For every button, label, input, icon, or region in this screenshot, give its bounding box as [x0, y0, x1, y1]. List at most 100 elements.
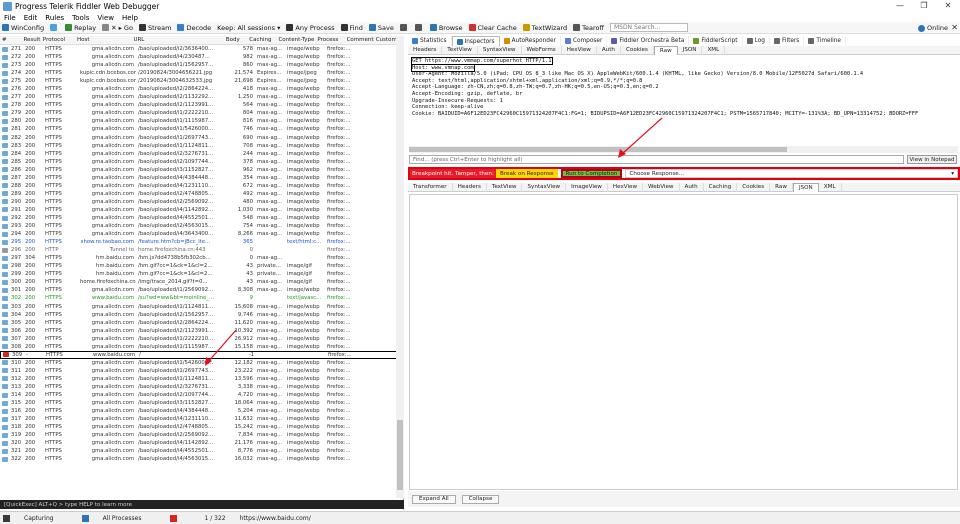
table-row[interactable]: 300 200 HTTPS home.firefoxchina.cn/img/trac… — [0, 278, 403, 286]
response-tab-transformer[interactable]: Transformer — [408, 182, 453, 192]
tab-log[interactable]: Log — [743, 36, 770, 46]
table-row[interactable]: 287 200 HTTPS gma.alicdn.com/bao/uploaded/i… — [0, 174, 403, 182]
table-row[interactable]: 320 200 HTTPS gma.alicdn.com/bao/uploaded/i… — [0, 439, 403, 447]
table-row[interactable]: 307 200 HTTPS gma.alicdn.com/bao/uploaded/i… — [0, 335, 403, 343]
tab-composer[interactable]: Composer — [561, 36, 608, 46]
column-header-9[interactable]: Comments — [345, 37, 374, 43]
process-filter[interactable]: All Processes — [81, 514, 156, 522]
table-row[interactable]: 276 200 HTTPS gma.alicdn.com/bao/uploaded/i… — [0, 85, 403, 93]
collapse-button[interactable]: Collapse — [461, 494, 500, 504]
table-row[interactable]: 271 200 HTTPS gma.alicdn.com/bao/uploaded/i… — [0, 45, 403, 53]
tab-statistics[interactable]: Statistics — [408, 36, 452, 46]
toolbar-item-14[interactable]: TextWizard — [522, 24, 567, 32]
menu-rules[interactable]: Rules — [45, 14, 64, 22]
response-tab-caching[interactable]: Caching — [704, 182, 738, 192]
table-row[interactable]: 289 200 HTTPS gma.alicdn.com/bao/uploaded/i… — [0, 190, 403, 198]
request-tab-xml[interactable]: XML — [702, 45, 726, 55]
column-header-4[interactable]: URL — [131, 37, 223, 43]
toolbar-item-2[interactable]: Replay — [65, 24, 96, 32]
tab-script[interactable]: FiddlerScript — [689, 36, 743, 46]
table-row[interactable]: 322 200 HTTPS gma.alicdn.com/bao/uploaded/i… — [0, 455, 403, 463]
toolbar-item-4[interactable]: Stream — [138, 24, 171, 32]
tab-inspectors[interactable]: Inspectors — [451, 36, 500, 46]
expand-all-button[interactable]: Expand All — [412, 494, 456, 504]
table-row[interactable]: 277 200 HTTPS gma.alicdn.com/bao/uploaded/i… — [0, 93, 403, 101]
table-row[interactable]: 304 200 HTTPS gma.alicdn.com/bao/uploaded/i… — [0, 311, 403, 319]
table-row[interactable]: 273 200 HTTPS gma.alicdn.com/bao/uploaded/i… — [0, 61, 403, 69]
request-tab-webforms[interactable]: WebForms — [522, 45, 562, 55]
table-row[interactable]: 297 304 HTTPS hm.baidu.com/hm.js?dd4738b5fb… — [0, 254, 403, 262]
response-tab-syntaxview[interactable]: SyntaxView — [522, 182, 567, 192]
minimize-button[interactable]: — — [892, 1, 908, 10]
table-row[interactable]: 284 200 HTTPS gma.alicdn.com/bao/uploaded/i… — [0, 150, 403, 158]
table-row[interactable]: 313 200 HTTPS gma.alicdn.com/bao/uploaded/i… — [0, 383, 403, 391]
table-row[interactable]: 293 200 HTTPS gma.alicdn.com/bao/uploaded/i… — [0, 222, 403, 230]
column-header-6[interactable]: Caching — [247, 37, 276, 43]
table-row[interactable]: 302 200 HTTPS www.baidu.com/su?wd=ww&bt=moi… — [0, 294, 403, 302]
tab-timeline[interactable]: Timeline — [804, 36, 846, 46]
table-row[interactable]: 281 200 HTTPS gma.alicdn.com/bao/uploaded/i… — [0, 125, 403, 133]
table-row[interactable]: 279 200 HTTPS gma.alicdn.com/bao/uploaded/i… — [0, 109, 403, 117]
toolbar-item-7[interactable]: Any Process — [286, 24, 335, 32]
table-row[interactable]: 301 200 HTTPS gma.alicdn.com/bao/uploaded/i… — [0, 286, 403, 294]
column-header-2[interactable]: Protocol — [41, 37, 75, 43]
menu-file[interactable]: File — [4, 14, 16, 22]
table-row[interactable]: 274 200 HTTPS kupic.cdn.bcebos.com/20190824… — [0, 69, 403, 77]
column-header-0[interactable]: # — [0, 37, 21, 43]
choose-response-select[interactable]: Choose Response... ▾ — [625, 169, 958, 178]
table-row[interactable]: 291 200 HTTPS gma.alicdn.com/bao/uploaded/i… — [0, 206, 403, 214]
tab-orchestra[interactable]: Fiddler Orchestra Beta — [607, 36, 690, 46]
table-row[interactable]: 317 200 HTTPS gma.alicdn.com/bao/uploaded/i… — [0, 415, 403, 423]
response-tab-raw[interactable]: Raw — [770, 182, 793, 192]
table-row[interactable]: 303 200 HTTPS gma.alicdn.com/bao/uploaded/i… — [0, 303, 403, 311]
table-row[interactable]: 280 200 HTTPS gma.alicdn.com/bao/uploaded/i… — [0, 117, 403, 125]
request-tab-raw[interactable]: Raw — [653, 45, 678, 55]
response-tab-hexview[interactable]: HexView — [608, 182, 644, 192]
table-row[interactable]: 314 200 HTTPS gma.alicdn.com/bao/uploaded/i… — [0, 391, 403, 399]
toolbar-item-9[interactable]: Save — [368, 24, 394, 32]
request-hscrollbar-thumb[interactable] — [409, 147, 787, 152]
table-row[interactable]: 296 200 HTTP Tunnel to home.firefoxchina.cn:… — [0, 246, 403, 254]
response-tab-textview[interactable]: TextView — [487, 182, 523, 192]
toolbar-item-5[interactable]: Decode — [177, 24, 211, 32]
table-row[interactable]: 283 200 HTTPS gma.alicdn.com/bao/uploaded/i… — [0, 142, 403, 150]
response-tab-imageview[interactable]: ImageView — [566, 182, 608, 192]
toolbar-item-11[interactable] — [414, 24, 424, 31]
toolbar-item-12[interactable]: Browse — [429, 24, 463, 32]
request-tab-auth[interactable]: Auth — [597, 45, 621, 55]
table-row[interactable]: 321 200 HTTPS gma.alicdn.com/bao/uploaded/i… — [0, 447, 403, 455]
toolbar-item-13[interactable]: Clear Cache — [468, 24, 517, 32]
table-row[interactable]: 290 200 HTTPS gma.alicdn.com/bao/uploaded/i… — [0, 198, 403, 206]
table-row[interactable]: 306 200 HTTPS gma.alicdn.com/bao/uploaded/i… — [0, 327, 403, 335]
request-tab-syntaxview[interactable]: SyntaxView — [478, 45, 522, 55]
table-row[interactable]: 292 200 HTTPS gma.alicdn.com/bao/uploaded/i… — [0, 214, 403, 222]
toolbar-item-15[interactable]: Tearoff — [573, 24, 604, 32]
sessions-scrollbar-thumb[interactable] — [397, 420, 403, 490]
raw-request-text[interactable]: GET https://www.vmmap.com/superhot HTTP/… — [409, 56, 958, 152]
table-row[interactable]: 315 200 HTTPS gma.alicdn.com/bao/uploaded/i… — [0, 399, 403, 407]
tab-autoresponder[interactable]: AutoResponder — [500, 36, 561, 46]
column-header-5[interactable]: Body — [224, 37, 247, 43]
toolbar-item-3[interactable]: ✕ ▸ Go — [102, 24, 133, 32]
menu-help[interactable]: Help — [122, 14, 138, 22]
table-row[interactable]: 282 200 HTTPS gma.alicdn.com/bao/uploaded/i… — [0, 134, 403, 142]
table-row[interactable]: 311 200 HTTPS gma.alicdn.com/bao/uploaded/i… — [0, 367, 403, 375]
capturing-status[interactable]: Capturing — [3, 514, 68, 522]
column-header-1[interactable]: Result — [21, 37, 40, 43]
table-row[interactable]: 294 200 HTTPS gma.alicdn.com/bao/uploaded/i… — [0, 230, 403, 238]
response-tab-json[interactable]: JSON — [792, 182, 819, 192]
online-indicator[interactable]: Online — [918, 24, 948, 32]
response-tab-auth[interactable]: Auth — [680, 182, 704, 192]
table-row[interactable]: 312 200 HTTPS gma.alicdn.com/bao/uploaded/i… — [0, 375, 403, 383]
response-tab-xml[interactable]: XML — [819, 182, 842, 192]
toolbar-item-8[interactable]: Find — [340, 24, 363, 32]
response-tab-webview[interactable]: WebView — [643, 182, 680, 192]
table-row[interactable]: 319 200 HTTPS gma.alicdn.com/bao/uploaded/i… — [0, 431, 403, 439]
find-input[interactable]: Find... (press Ctrl+Enter to highlight a… — [409, 155, 904, 164]
table-row[interactable]: 285 200 HTTPS gma.alicdn.com/bao/uploaded/i… — [0, 158, 403, 166]
table-row[interactable]: 288 200 HTTPS gma.alicdn.com/bao/uploaded/i… — [0, 182, 403, 190]
menu-view[interactable]: View — [97, 14, 114, 22]
table-row[interactable]: 286 200 HTTPS gma.alicdn.com/bao/uploaded/i… — [0, 166, 403, 174]
table-row[interactable]: 309- HTTPS www.baidu.com / -1 firefox:... — [0, 350, 403, 359]
request-tab-json[interactable]: JSON — [678, 45, 703, 55]
